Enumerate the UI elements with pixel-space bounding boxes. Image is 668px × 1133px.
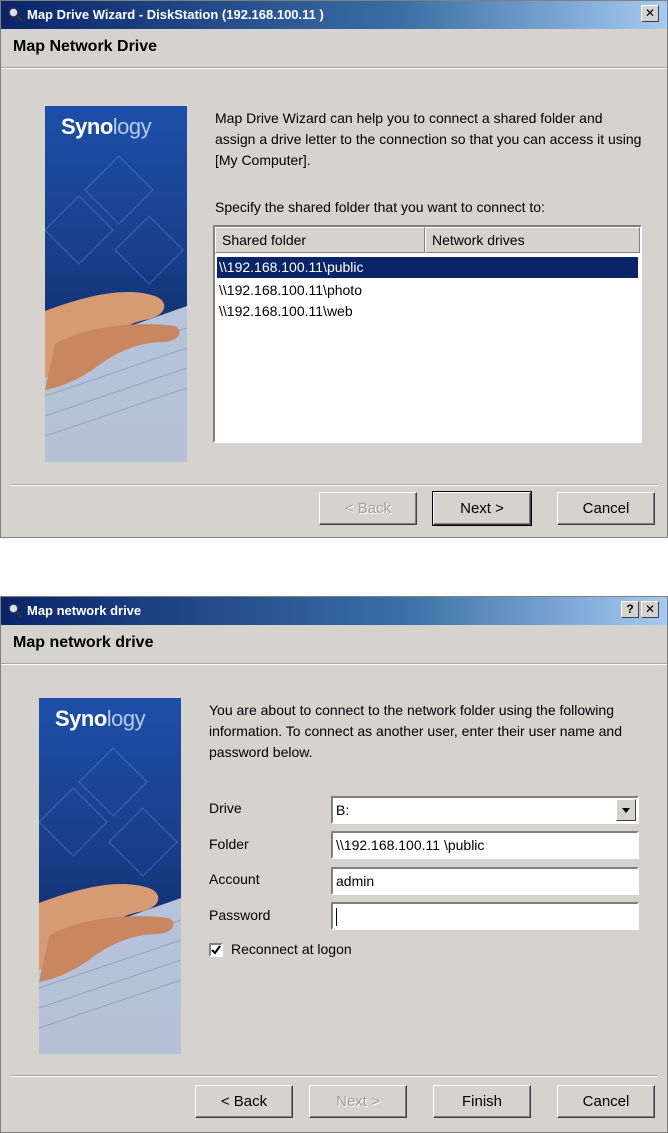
list-item[interactable]: \\192.168.100.11\web: [217, 301, 638, 322]
map-drive-wizard-dialog: Map Drive Wizard - DiskStation (192.168.…: [0, 0, 668, 538]
back-button[interactable]: < Back: [319, 492, 417, 525]
close-icon: ✕: [644, 6, 656, 20]
reconnect-label[interactable]: Reconnect at logon: [231, 941, 352, 957]
wizard-header: Map network drive: [1, 625, 667, 664]
help-button[interactable]: ?: [621, 601, 639, 618]
page-title: Map network drive: [13, 634, 154, 651]
magnifier-app-icon: [8, 603, 23, 618]
cancel-button[interactable]: Cancel: [557, 492, 655, 525]
wizard-header: Map Network Drive: [1, 29, 667, 68]
password-label: Password: [209, 907, 271, 923]
drive-value: B:: [336, 802, 350, 818]
text-caret: [336, 908, 337, 927]
back-button[interactable]: < Back: [195, 1085, 293, 1118]
column-header-shared-folder[interactable]: Shared folder: [215, 227, 425, 253]
password-field[interactable]: [331, 902, 639, 930]
synology-logo: Synology: [55, 706, 146, 731]
wizard-description: Map Drive Wizard can help you to connect…: [215, 110, 642, 168]
drive-select[interactable]: B:: [331, 796, 639, 824]
footer-divider: [11, 484, 657, 486]
reconnect-checkbox[interactable]: [209, 943, 223, 957]
checkmark-icon: [211, 945, 221, 955]
folder-label: Folder: [209, 836, 249, 852]
footer-divider: [11, 1075, 657, 1077]
chevron-down-icon[interactable]: [616, 799, 636, 821]
synology-logo: Synology: [61, 114, 152, 139]
magnifier-app-icon: [8, 7, 23, 22]
window-title: Map Drive Wizard - DiskStation (192.168.…: [27, 7, 324, 22]
title-bar[interactable]: Map network drive ? ✕: [1, 597, 667, 625]
banner-artwork: [45, 155, 187, 462]
list-item[interactable]: \\192.168.100.11\photo: [217, 280, 638, 301]
title-bar[interactable]: Map Drive Wizard - DiskStation (192.168.…: [1, 1, 667, 29]
connection-description: You are about to connect to the network …: [209, 702, 622, 760]
drive-label: Drive: [209, 800, 242, 816]
window-title: Map network drive: [27, 603, 142, 618]
column-header-network-drives[interactable]: Network drives: [425, 227, 640, 253]
synology-banner-image: Synology: [45, 106, 187, 462]
shared-folder-list[interactable]: Shared folder Network drives \\192.168.1…: [213, 225, 642, 443]
close-button[interactable]: ✕: [641, 601, 659, 618]
finish-button[interactable]: Finish: [433, 1085, 531, 1118]
synology-banner-image: Synology: [39, 698, 181, 1054]
banner-artwork: [39, 747, 181, 1054]
cancel-button[interactable]: Cancel: [557, 1085, 655, 1118]
account-label: Account: [209, 871, 260, 887]
folder-field[interactable]: \\192.168.100.11 \public: [331, 831, 639, 859]
folder-prompt: Specify the shared folder that you want …: [215, 199, 545, 215]
help-icon: ?: [626, 602, 634, 616]
next-button[interactable]: Next >: [432, 491, 532, 526]
page-title: Map Network Drive: [13, 38, 158, 55]
close-button[interactable]: ✕: [641, 5, 659, 22]
account-field[interactable]: admin: [331, 867, 639, 895]
next-button[interactable]: Next >: [309, 1085, 407, 1118]
close-icon: ✕: [644, 602, 656, 616]
list-item[interactable]: \\192.168.100.11\public: [217, 257, 638, 278]
map-network-drive-dialog: Map network drive ? ✕ Map network drive …: [0, 596, 668, 1133]
